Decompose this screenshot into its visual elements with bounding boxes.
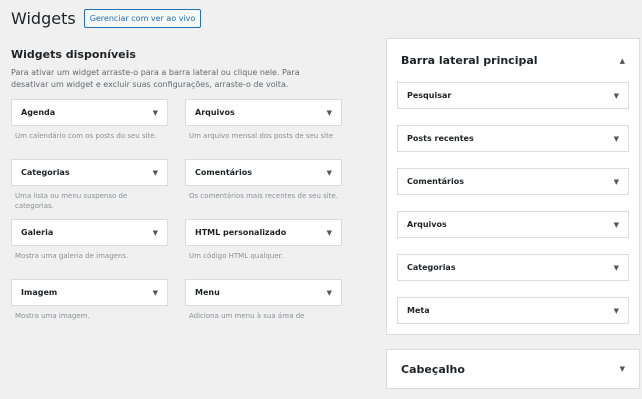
widget-description: Os comentários mais recentes de seu site… <box>189 192 339 200</box>
widget-name: Arquivos <box>195 108 235 117</box>
sidebar-widget-label: Categorias <box>407 263 456 272</box>
chevron-down-icon[interactable]: ▼ <box>614 307 619 315</box>
widget-arquivos: Arquivos ▼ Um arquivo mensal dos posts d… <box>185 99 342 159</box>
sidebar-widget-meta[interactable]: Meta ▼ <box>397 297 629 324</box>
sidebar-widget-posts-recentes[interactable]: Posts recentes ▼ <box>397 125 629 152</box>
chevron-down-icon[interactable]: ▼ <box>327 229 332 237</box>
widget-imagem-box[interactable]: Imagem ▼ <box>11 279 168 306</box>
widget-galeria-box[interactable]: Galeria ▼ <box>11 219 168 246</box>
chevron-down-icon[interactable]: ▼ <box>153 229 158 237</box>
chevron-down-icon[interactable]: ▼ <box>153 109 158 117</box>
widget-galeria: Galeria ▼ Mostra uma galeria de imagens. <box>11 219 168 279</box>
sidebar-widget-arquivos[interactable]: Arquivos ▼ <box>397 211 629 238</box>
widget-description: Uma lista ou menu suspenso de categorias… <box>15 192 128 210</box>
page-title: Widgets <box>11 9 76 28</box>
widget-categorias: Categorias ▼ Uma lista ou menu suspenso … <box>11 159 168 219</box>
chevron-down-icon[interactable]: ▼ <box>614 92 619 100</box>
widget-name: HTML personalizado <box>195 228 287 237</box>
widget-name: Menu <box>195 288 220 297</box>
widget-arquivos-box[interactable]: Arquivos ▼ <box>185 99 342 126</box>
manage-live-button[interactable]: Gerenciar com ver ao vivo <box>83 9 202 28</box>
chevron-down-icon[interactable]: ▼ <box>153 289 158 297</box>
widget-name: Imagem <box>21 288 58 297</box>
chevron-down-icon[interactable]: ▼ <box>614 135 619 143</box>
widget-description: Um calendário com os posts do seu site. <box>15 132 157 140</box>
available-widgets-title: Widgets disponíveis <box>11 48 136 61</box>
widget-description: Um arquivo mensal dos posts de seu site <box>189 132 334 140</box>
widget-description: Adiciona um menu à sua área de <box>189 312 305 320</box>
widget-description: Mostra uma imagem. <box>15 312 90 320</box>
main-sidebar-title: Barra lateral principal <box>401 54 538 67</box>
sidebar-widget-comentarios[interactable]: Comentários ▼ <box>397 168 629 195</box>
sidebar-widget-label: Meta <box>407 306 430 315</box>
main-sidebar-panel: Barra lateral principal ▲ Pesquisar ▼ Po… <box>386 38 640 335</box>
chevron-down-icon[interactable]: ▼ <box>327 289 332 297</box>
widget-comentarios-box[interactable]: Comentários ▼ <box>185 159 342 186</box>
sidebar-widget-categorias[interactable]: Categorias ▼ <box>397 254 629 281</box>
widget-menu-box[interactable]: Menu ▼ <box>185 279 342 306</box>
widget-name: Galeria <box>21 228 54 237</box>
widget-agenda-box[interactable]: Agenda ▼ <box>11 99 168 126</box>
widget-agenda: Agenda ▼ Um calendário com os posts do s… <box>11 99 168 159</box>
chevron-down-icon[interactable]: ▼ <box>327 169 332 177</box>
sidebar-widget-label: Comentários <box>407 177 464 186</box>
chevron-down-icon[interactable]: ▼ <box>614 221 619 229</box>
main-sidebar-header[interactable]: Barra lateral principal ▲ <box>387 39 639 82</box>
chevron-down-icon[interactable]: ▼ <box>620 365 625 373</box>
widget-imagem: Imagem ▼ Mostra uma imagem. <box>11 279 168 339</box>
widget-name: Agenda <box>21 108 56 117</box>
chevron-down-icon[interactable]: ▼ <box>614 178 619 186</box>
sidebar-widget-label: Posts recentes <box>407 134 474 143</box>
widget-html-personalizado: HTML personalizado ▼ Um código HTML qual… <box>185 219 342 279</box>
available-widgets-description: Para ativar um widget arraste-o para a b… <box>11 68 300 89</box>
sidebar-widget-label: Arquivos <box>407 220 447 229</box>
chevron-down-icon[interactable]: ▼ <box>327 109 332 117</box>
widget-description: Um código HTML qualquer. <box>189 252 284 260</box>
available-widgets-section: Widgets disponíveis Para ativar um widge… <box>11 48 352 339</box>
header-area-title: Cabeçalho <box>401 362 465 376</box>
widget-html-personalizado-box[interactable]: HTML personalizado ▼ <box>185 219 342 246</box>
widgets-screen: Widgets Gerenciar com ver ao vivo Widget… <box>0 0 642 399</box>
chevron-up-icon[interactable]: ▲ <box>620 57 625 65</box>
sidebar-widget-list: Pesquisar ▼ Posts recentes ▼ Comentários… <box>387 82 639 324</box>
widget-name: Categorias <box>21 168 70 177</box>
sidebar-widget-label: Pesquisar <box>407 91 452 100</box>
widget-categorias-box[interactable]: Categorias ▼ <box>11 159 168 186</box>
page-header: Widgets Gerenciar com ver ao vivo <box>11 9 202 28</box>
chevron-down-icon[interactable]: ▼ <box>153 169 158 177</box>
widget-comentarios: Comentários ▼ Os comentários mais recent… <box>185 159 342 219</box>
header-area-panel[interactable]: Cabeçalho ▼ <box>386 349 640 389</box>
widget-menu: Menu ▼ Adiciona um menu à sua área de <box>185 279 342 339</box>
widget-description: Mostra uma galeria de imagens. <box>15 252 129 260</box>
widget-grid: Agenda ▼ Um calendário com os posts do s… <box>11 99 352 339</box>
sidebar-widget-pesquisar[interactable]: Pesquisar ▼ <box>397 82 629 109</box>
widget-name: Comentários <box>195 168 252 177</box>
chevron-down-icon[interactable]: ▼ <box>614 264 619 272</box>
